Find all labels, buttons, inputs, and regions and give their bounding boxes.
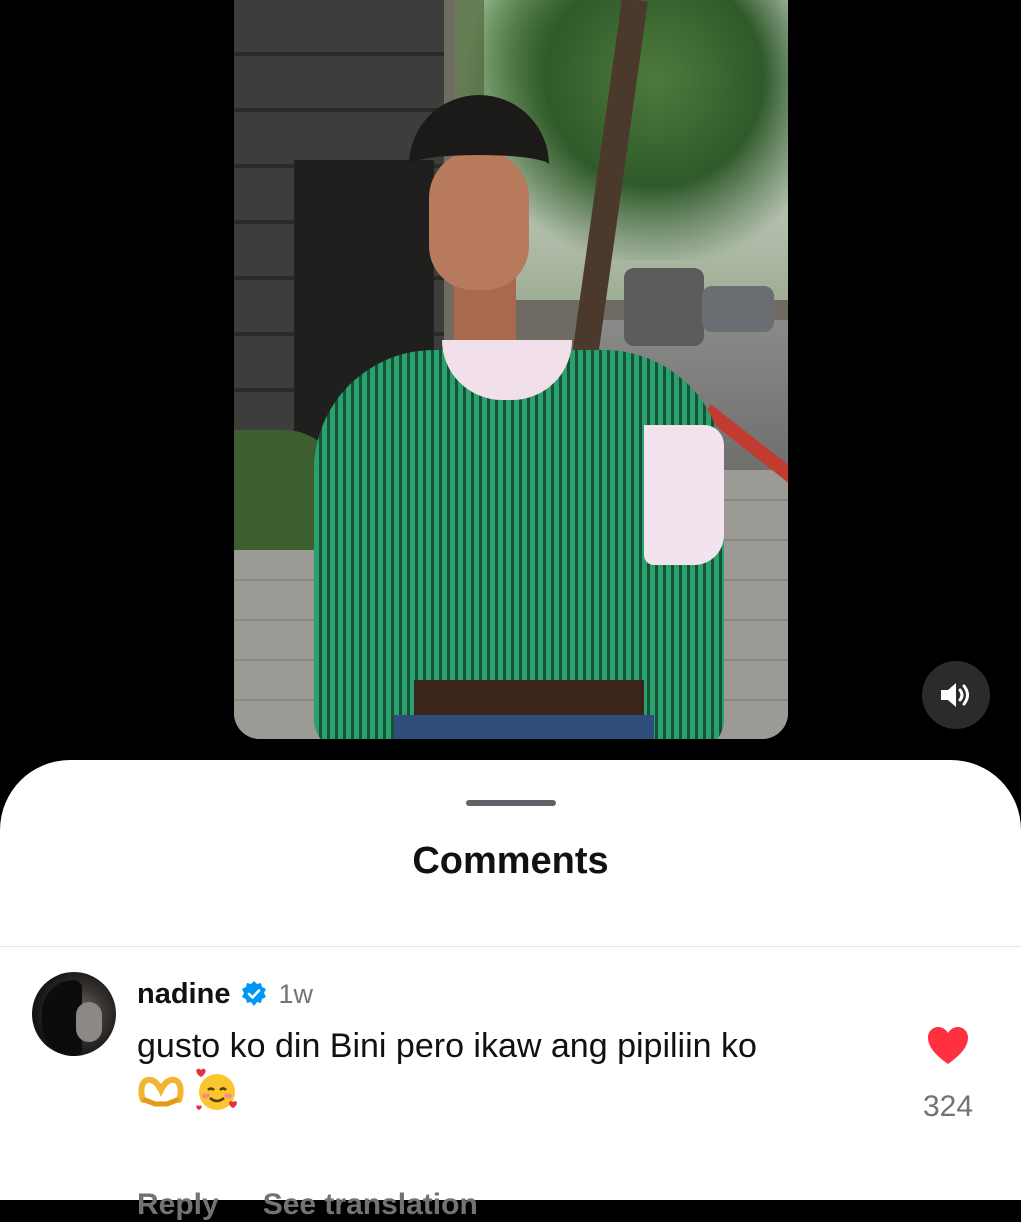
sheet-drag-handle[interactable]: [466, 800, 556, 806]
comments-sheet: Comments nadine 1w gusto ko din Bini per…: [0, 760, 1021, 1221]
comment-actions: Reply See translation: [137, 1188, 478, 1222]
username[interactable]: nadine: [137, 978, 230, 1011]
avatar[interactable]: [32, 972, 116, 1056]
comment-text: gusto ko din Bini pero ikaw ang pipiliin…: [137, 1027, 757, 1065]
like-count: 324: [922, 1090, 974, 1123]
heart-icon[interactable]: [926, 1024, 970, 1068]
comment-emojis: [137, 1066, 241, 1114]
heart-hands-emoji-icon: [138, 1076, 184, 1107]
smiling-face-hearts-emoji-icon: [196, 1068, 237, 1110]
mute-toggle-button[interactable]: [922, 661, 990, 729]
reel-video[interactable]: [234, 0, 788, 739]
verified-badge-icon: [242, 981, 267, 1006]
person-hair: [409, 95, 549, 305]
comment-header: nadine 1w: [137, 976, 313, 1012]
person-jeans: [394, 715, 654, 739]
comments-title: Comments: [412, 840, 609, 882]
person-sleeve: [644, 425, 724, 565]
comment-timestamp: 1w: [278, 978, 313, 1009]
comment-item: nadine 1w gusto ko din Bini pero ikaw an…: [0, 950, 1021, 1221]
video-person: [314, 95, 734, 739]
speaker-icon: [941, 683, 969, 707]
reply-button[interactable]: Reply: [137, 1188, 219, 1222]
see-translation-button[interactable]: See translation: [263, 1188, 478, 1222]
header-divider: [0, 946, 1021, 947]
